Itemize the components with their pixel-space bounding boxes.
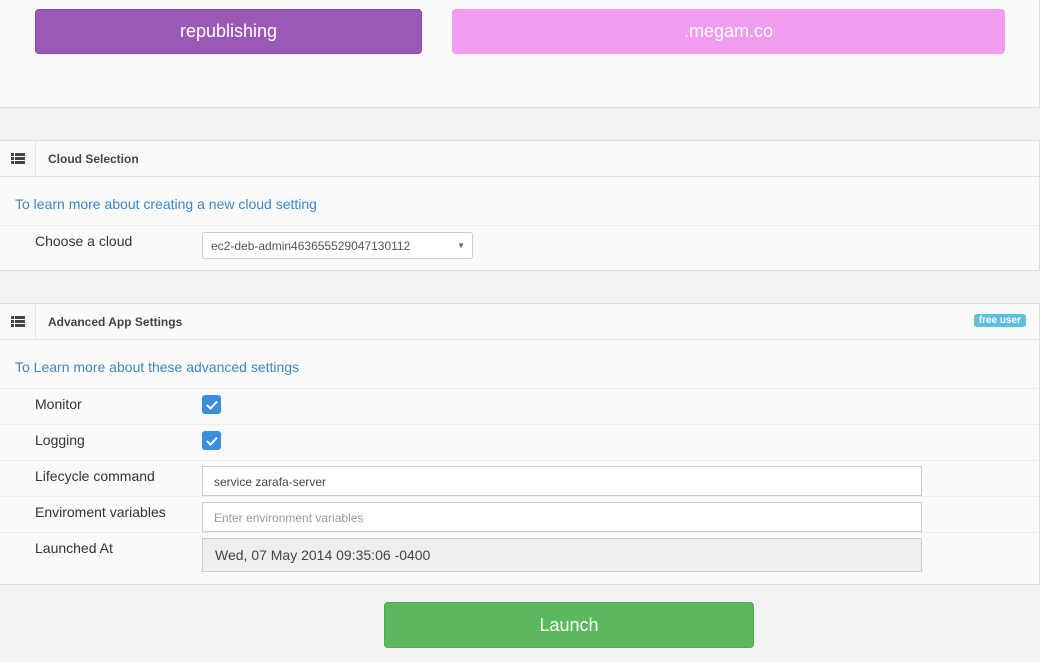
panel-header: Advanced App Settings free user xyxy=(0,304,1039,340)
env-vars-row: Enviroment variables Enter environment v… xyxy=(0,496,1039,532)
lifecycle-command-input[interactable]: service zarafa-server xyxy=(202,466,922,496)
chevron-down-icon: ▼ xyxy=(457,241,465,250)
lifecycle-row: Lifecycle command service zarafa-server xyxy=(0,460,1039,496)
choose-cloud-label: Choose a cloud xyxy=(35,233,133,249)
user-type-badge: free user xyxy=(973,314,1026,327)
cloud-learn-link[interactable]: To learn more about creating a new cloud… xyxy=(15,196,317,212)
cloud-select[interactable]: ec2-deb-admin463655529047130112 ▼ xyxy=(202,232,473,259)
launch-button[interactable]: Launch xyxy=(384,602,754,648)
domain-button[interactable]: .megam.co xyxy=(452,9,1005,54)
app-name-button[interactable]: republishing xyxy=(35,9,422,54)
panel-header: Cloud Selection xyxy=(0,141,1039,177)
env-vars-input[interactable]: Enter environment variables xyxy=(202,502,922,532)
panel-title: Advanced App Settings xyxy=(48,315,183,329)
launched-at-label: Launched At xyxy=(35,540,113,556)
list-icon xyxy=(0,141,36,176)
logging-row: Logging xyxy=(0,424,1039,460)
monitor-checkbox[interactable] xyxy=(202,395,221,414)
check-icon xyxy=(205,400,218,410)
env-vars-label: Enviroment variables xyxy=(35,504,166,520)
choose-cloud-row: Choose a cloud ec2-deb-admin463655529047… xyxy=(0,225,1039,270)
logging-checkbox[interactable] xyxy=(202,431,221,450)
header-area: republishing .megam.co xyxy=(0,0,1040,108)
cloud-selection-panel: Cloud Selection To learn more about crea… xyxy=(0,140,1040,271)
panel-title: Cloud Selection xyxy=(48,152,139,166)
monitor-row: Monitor xyxy=(0,388,1039,424)
check-icon xyxy=(205,436,218,446)
cloud-select-value: ec2-deb-admin463655529047130112 xyxy=(211,239,411,253)
logging-label: Logging xyxy=(35,432,85,448)
launched-at-row: Launched At Wed, 07 May 2014 09:35:06 -0… xyxy=(0,532,1039,584)
monitor-label: Monitor xyxy=(35,396,82,412)
advanced-learn-link[interactable]: To Learn more about these advanced setti… xyxy=(15,359,299,375)
list-icon xyxy=(0,304,36,339)
launched-at-value: Wed, 07 May 2014 09:35:06 -0400 xyxy=(202,538,922,572)
lifecycle-label: Lifecycle command xyxy=(35,468,155,484)
advanced-settings-panel: Advanced App Settings free user To Learn… xyxy=(0,303,1040,585)
